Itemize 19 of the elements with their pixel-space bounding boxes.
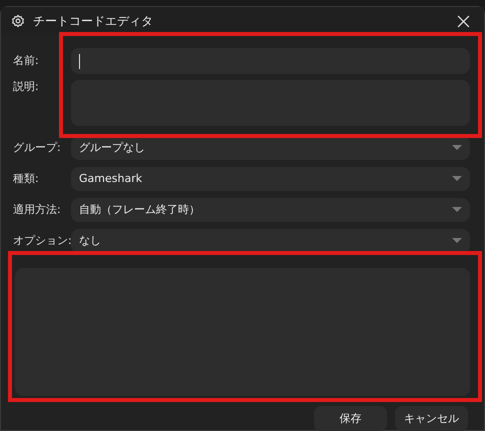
cancel-button[interactable]: キャンセル — [395, 406, 468, 431]
caret-icon — [452, 145, 462, 151]
field-label: オプション: — [13, 234, 71, 248]
field-label: 種類: — [13, 172, 40, 186]
dropdown[interactable]: グループなし — [71, 136, 470, 160]
gear-icon — [11, 14, 25, 28]
field-label: 説明: — [13, 80, 40, 95]
dropdown[interactable]: なし — [71, 229, 470, 253]
field-label: 適用方法: — [13, 203, 62, 217]
window-title: チートコードエディタ — [33, 14, 154, 28]
save-button[interactable]: 保存 — [314, 406, 387, 431]
field-label: グループ: — [13, 141, 62, 155]
dropdown[interactable]: 自動（フレーム終了時） — [71, 198, 470, 222]
dropdown[interactable]: Gameshark — [71, 167, 470, 191]
caret-icon — [452, 176, 462, 182]
caret-icon — [452, 207, 462, 213]
field-label: 名前: — [13, 54, 40, 68]
caret-icon — [452, 238, 462, 244]
name-field[interactable] — [71, 48, 470, 74]
